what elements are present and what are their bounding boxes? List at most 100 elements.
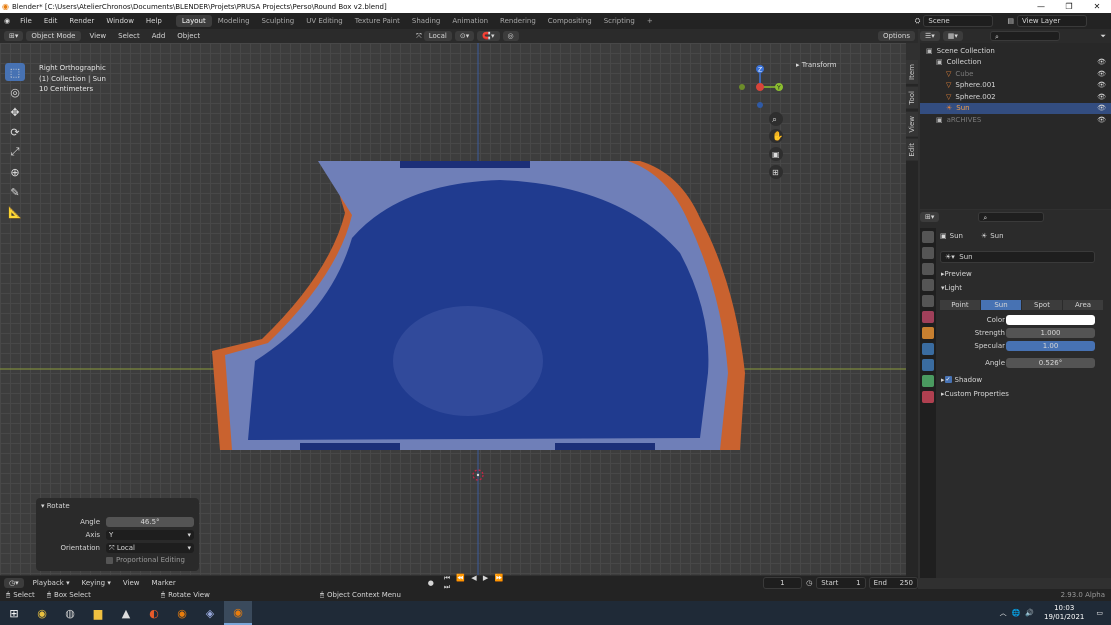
outliner-row[interactable]: ▽ Sphere.001 👁 [920,80,1111,92]
volume-icon[interactable]: 🔊 [1025,609,1034,617]
properties-search[interactable]: ⌕ [978,212,1045,222]
blender-menu-icon[interactable]: ◉ [0,17,14,25]
tab-uv-editing[interactable]: UV Editing [300,15,349,27]
rotate-tool-icon[interactable]: ⟳ [5,123,25,141]
shadow-checkbox[interactable]: ✓ [944,376,952,383]
tab-view[interactable]: View [906,111,918,137]
marker-menu[interactable]: Marker [146,579,182,587]
proportional-edit-icon[interactable]: ◎ [502,31,519,41]
visibility-eye-icon[interactable]: 👁 [1097,81,1106,89]
menu-object[interactable]: Object [171,32,206,40]
angle-field[interactable]: 0.526° [1006,357,1095,368]
select-box-tool-icon[interactable]: ⬚ [5,63,25,81]
windows-start-icon[interactable]: ⊞ [0,601,28,625]
tool-props-icon[interactable] [922,231,934,243]
close-button[interactable]: ✕ [1083,2,1111,11]
strength-field[interactable]: 1.000 [1006,327,1095,338]
visibility-eye-icon[interactable]: 👁 [1097,93,1106,101]
options-dropdown[interactable]: Options [877,31,915,41]
minimize-button[interactable]: — [1027,2,1055,11]
light-type-point[interactable]: Point [940,299,980,310]
color-swatch[interactable] [1006,314,1095,325]
prusa-slicer-icon[interactable]: ◐ [140,601,168,625]
view-layer-props-icon[interactable] [922,279,934,291]
navigation-gizmo[interactable]: Z Y ⌕ ✋ ▣ ⊞ [736,62,791,180]
timeline-view-menu[interactable]: View [117,579,146,587]
annotate-tool-icon[interactable]: ✎ [5,183,25,201]
menu-view[interactable]: View [84,32,113,40]
filter-icon[interactable]: ⏷ [1100,32,1106,41]
light-type-area[interactable]: Area [1063,299,1103,310]
keying-menu[interactable]: Keying ▾ [76,579,117,587]
visibility-eye-icon[interactable]: 👁 [1097,70,1106,78]
tab-compositing[interactable]: Compositing [542,15,598,27]
light-panel[interactable]: Light [945,284,962,292]
menu-render[interactable]: Render [63,17,100,25]
outliner-editor-icon[interactable]: ☰▾ [920,31,940,41]
scale-tool-icon[interactable]: ⤢ [5,143,25,161]
maximize-button[interactable]: ❐ [1055,2,1083,11]
record-icon[interactable]: ● [428,579,434,587]
current-frame-field[interactable]: 1 [762,576,803,589]
proportional-editing-checkbox[interactable] [106,557,113,564]
app-icon[interactable]: ◍ [56,601,84,625]
light-data-props-icon[interactable] [922,375,934,387]
file-explorer-icon[interactable]: ▆ [84,601,112,625]
shadow-panel[interactable]: Shadow [955,376,983,384]
blender-taskbar-icon[interactable]: ◉ [168,601,196,625]
world-props-icon[interactable] [922,311,934,323]
preview-panel[interactable]: Preview [945,270,972,278]
tab-rendering[interactable]: Rendering [494,15,542,27]
end-frame-field[interactable]: End 250 [868,576,918,589]
properties-editor-icon[interactable]: ⊞▾ [920,212,940,222]
tab-shading[interactable]: Shading [406,15,446,27]
clock[interactable]: 10:03 19/01/2021 [1044,604,1084,622]
visibility-eye-icon[interactable]: 👁 [1097,116,1106,124]
outliner-row[interactable]: ▽ Cube 👁 [920,68,1111,80]
rotate-axis-dropdown[interactable]: Y ▾ [106,530,194,540]
physics-props-icon[interactable] [922,343,934,355]
custom-properties-panel[interactable]: Custom Properties [945,390,1009,398]
cursor-tool-icon[interactable]: ◎ [5,83,25,101]
steam-icon[interactable]: ◈ [196,601,224,625]
visibility-eye-icon[interactable]: 👁 [1097,58,1106,66]
transform-orientation-dropdown[interactable]: Local [423,31,452,41]
measure-tool-icon[interactable]: 📐 [5,203,25,221]
tab-tool[interactable]: Tool [906,86,918,109]
outliner-row[interactable]: ▽ Sphere.002 👁 [920,91,1111,103]
network-icon[interactable]: 🌐 [1012,609,1021,617]
move-tool-icon[interactable]: ✥ [5,103,25,121]
timeline-editor-icon[interactable]: ◷▾ [4,577,24,588]
menu-help[interactable]: Help [140,17,168,25]
visibility-eye-icon[interactable]: 👁 [1097,104,1106,112]
tab-layout[interactable]: Layout [175,15,212,27]
display-mode-icon[interactable]: ▦▾ [942,31,963,41]
snap-icon[interactable]: 🧲▾ [477,31,500,41]
constraints-props-icon[interactable] [922,359,934,371]
scene-field[interactable]: Scene [923,15,994,27]
tab-edit[interactable]: Edit [906,139,918,161]
pivot-point-icon[interactable]: ⊙▾ [454,31,475,41]
outliner-row[interactable]: ▣ Scene Collection [920,45,1111,57]
specular-slider[interactable]: 1.00 [1006,340,1095,351]
outliner-row[interactable]: ▣ Collection 👁 [920,57,1111,69]
menu-edit[interactable]: Edit [38,17,64,25]
chrome-icon[interactable]: ◉ [28,601,56,625]
start-frame-field[interactable]: Start 1 [816,576,866,589]
light-type-spot[interactable]: Spot [1022,299,1062,310]
object-mode-dropdown[interactable]: Object Mode [26,31,81,41]
output-props-icon[interactable] [922,263,934,275]
outliner-search[interactable]: ⌕ [989,31,1060,41]
add-workspace-icon[interactable]: + [641,15,659,27]
inkscape-icon[interactable]: ▲ [112,601,140,625]
playback-menu[interactable]: Playback ▾ [27,579,76,587]
texture-props-icon[interactable] [922,391,934,403]
tab-scripting[interactable]: Scripting [598,15,641,27]
tab-animation[interactable]: Animation [446,15,494,27]
tray-chevron-icon[interactable]: ︿ [1000,608,1007,618]
transform-tool-icon[interactable]: ⊕ [5,163,25,181]
preview-range-icon[interactable]: ◷ [806,579,812,587]
transform-panel-header[interactable]: ▸ Transform [796,61,837,69]
notifications-icon[interactable]: ▭ [1096,609,1103,617]
menu-window[interactable]: Window [100,17,140,25]
